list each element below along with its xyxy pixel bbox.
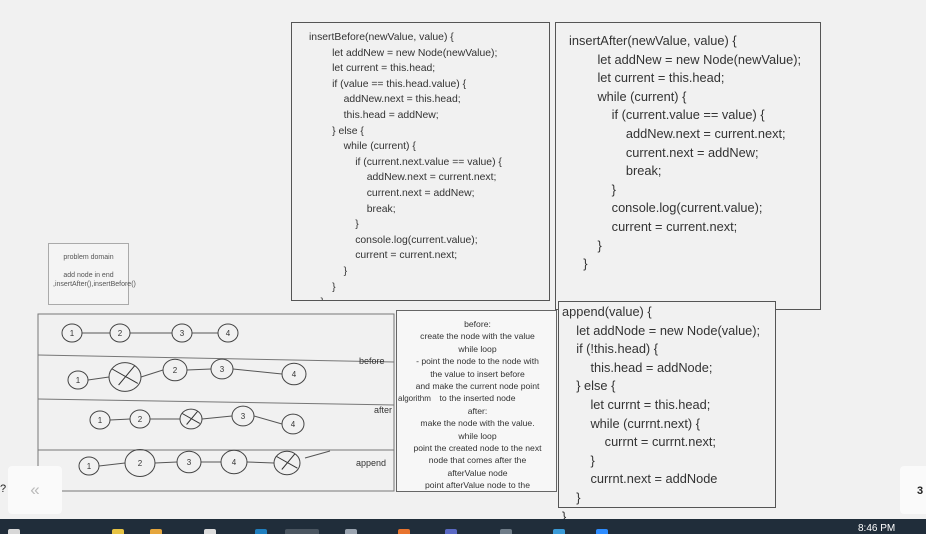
node-link: [98, 462, 126, 467]
insert-after-code-line: addNew.next = current.next;: [569, 126, 786, 141]
node-value: 4: [291, 420, 296, 429]
chrome-icon-active[interactable]: [285, 529, 319, 534]
append-code-line: currnt = currnt.next;: [562, 434, 716, 450]
algorithm-side-label: algorithm: [398, 394, 431, 403]
node-link: [186, 368, 212, 371]
scribble-mark: [276, 453, 298, 470]
node-value: 2: [138, 459, 143, 468]
insert-after-code-line: console.log(current.value);: [569, 200, 763, 216]
insert-after-code-line: let addNew = new Node(newValue);: [569, 51, 802, 67]
node-link: [140, 369, 164, 378]
store-icon[interactable]: [204, 529, 216, 534]
row-label-after: after: [374, 405, 393, 415]
edge-mark: ?: [0, 483, 7, 495]
insert-after-code-line: break;: [569, 163, 662, 179]
algorithm-line: and make the current node point: [415, 381, 540, 391]
app-icon[interactable]: [500, 529, 512, 534]
node-value: 3: [187, 458, 192, 467]
node-value: 1: [98, 416, 103, 425]
node-value: 3: [220, 365, 225, 374]
algorithm-line: point the created node to the next: [413, 443, 542, 453]
append-code-line: append(value) {: [562, 304, 652, 319]
insert-after-code-line: }: [569, 237, 602, 253]
node-value: 4: [226, 329, 231, 338]
algorithm-line: node that comes after the: [428, 455, 527, 466]
append-code-line: if (!this.head) {: [562, 341, 659, 357]
node-value: 1: [70, 329, 75, 338]
insert-after-code-line: current = current.next;: [569, 219, 738, 234]
folder-icon[interactable]: [150, 529, 162, 534]
node-link: [246, 461, 275, 464]
previous-page-button[interactable]: «: [8, 466, 62, 514]
insert-after-code-box: insertAfter(newValue, value) { let addNe…: [555, 22, 821, 310]
node-value: 2: [118, 329, 123, 338]
append-pointer-line: [304, 450, 331, 459]
node-value: 2: [138, 415, 143, 424]
app-icon[interactable]: [345, 529, 357, 534]
insert-after-code-line: }: [569, 256, 588, 272]
append-code-line: let currnt = this.head;: [562, 397, 711, 412]
node-value: 3: [180, 329, 185, 338]
insert-after-code-line: if (current.value == value) {: [569, 107, 765, 123]
insert-after-code-line: current.next = addNew;: [569, 144, 759, 160]
firefox-icon[interactable]: [398, 529, 410, 534]
algorithm-line: point afterValue node to the: [425, 480, 530, 491]
algorithm-line: while loop: [458, 343, 497, 354]
row-divider: [37, 398, 395, 406]
taskbar: 8:46 PM: [0, 519, 926, 534]
insert-after-code-line: insertAfter(newValue, value) {: [569, 33, 737, 48]
teams-icon[interactable]: [445, 529, 457, 534]
append-code-line: } else {: [562, 378, 616, 394]
algorithm-line: - point the node to the node with: [416, 356, 539, 367]
node-link: [232, 368, 283, 375]
taskbar-clock: 8:46 PM: [858, 523, 896, 534]
append-code-line: this.head = addNode;: [562, 359, 713, 375]
row-label-append: append: [356, 458, 387, 468]
insert-after-code-line: let current = this.head;: [569, 70, 725, 86]
node-value: 1: [76, 376, 81, 385]
algorithm-line: before:: [464, 319, 491, 329]
insert-after-code-line: while (current) {: [569, 88, 687, 104]
node-value: 2: [173, 366, 178, 375]
node-link: [201, 415, 233, 420]
append-code-line: let addNode = new Node(value);: [562, 322, 761, 338]
algorithm-line: make the node with the value.: [420, 418, 535, 429]
append-code-box: append(value) { let addNode = new Node(v…: [558, 301, 776, 524]
append-code-line: currnt.next = addNode: [562, 471, 718, 487]
node-value: 3: [241, 412, 246, 421]
node-link: [87, 376, 110, 381]
windows-start-icon[interactable]: [8, 529, 20, 534]
edge-browser-icon[interactable]: [255, 529, 267, 534]
algorithm-line: create the node with the value: [420, 331, 535, 342]
node-value: 1: [87, 462, 92, 471]
node-link: [154, 461, 178, 464]
algorithm-line: after:: [467, 405, 488, 416]
algorithm-line: the value to insert before: [430, 368, 525, 379]
next-page-button[interactable]: 3: [900, 466, 926, 514]
append-code-line: }: [562, 452, 595, 468]
zoom-icon[interactable]: [596, 529, 608, 534]
node-link: [253, 415, 283, 425]
node-value: 4: [292, 370, 297, 379]
app-icon[interactable]: [553, 529, 565, 534]
algorithm-line: afterValue node: [447, 467, 508, 478]
node-value: 4: [232, 458, 237, 467]
insert-after-code-line: }: [569, 181, 616, 197]
append-code-line: while (currnt.next) {: [562, 415, 700, 431]
scribble-mark: [181, 410, 201, 425]
scribble-mark: [111, 365, 139, 386]
append-code-line: }: [562, 490, 581, 505]
row-label-before: before: [359, 356, 385, 366]
algorithm-line: while loop: [458, 430, 497, 441]
warning-icon[interactable]: [112, 529, 124, 534]
node-link: [109, 418, 131, 421]
double-chevron-left-icon: «: [30, 480, 40, 499]
